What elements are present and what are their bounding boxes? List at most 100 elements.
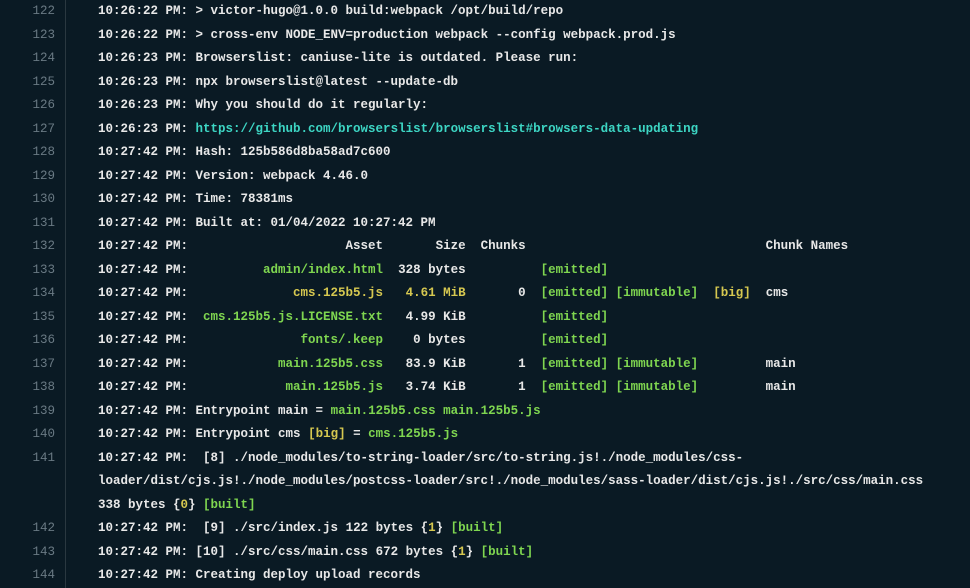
log-line: 10:27:42 PM: Creating deploy upload reco… xyxy=(98,564,970,588)
log-text: } xyxy=(188,498,203,512)
log-text: [big] xyxy=(308,427,346,441)
log-text xyxy=(188,357,278,371)
log-text: 125b586d8ba58ad7c600 xyxy=(241,145,391,159)
log-text: 672 bytes { xyxy=(368,545,458,559)
log-text xyxy=(526,239,766,253)
log-timestamp: 10:27:42 PM: xyxy=(98,286,188,300)
log-line: 10:26:23 PM: npx browserslist@latest --u… xyxy=(98,71,970,95)
line-number: 128 xyxy=(0,141,55,165)
log-timestamp: 10:26:22 PM: xyxy=(98,28,188,42)
log-text xyxy=(383,286,406,300)
log-line: 10:27:42 PM: [8] ./node_modules/to-strin… xyxy=(98,447,948,518)
log-text: Asset xyxy=(346,239,384,253)
log-text: [9] xyxy=(188,521,233,535)
log-text: main.125b5.css xyxy=(278,357,383,371)
line-number: 129 xyxy=(0,165,55,189)
line-number: 135 xyxy=(0,306,55,330)
log-text: > cross-env NODE_ENV=production webpack … xyxy=(188,28,676,42)
log-timestamp: 10:26:22 PM: xyxy=(98,4,188,18)
log-line: 10:27:42 PM: Built at: 01/04/2022 10:27:… xyxy=(98,212,970,236)
log-timestamp: 10:27:42 PM: xyxy=(98,380,188,394)
log-text: 3.74 KiB xyxy=(383,380,518,394)
log-line: 10:27:42 PM: fonts/.keep 0 bytes [emitte… xyxy=(98,329,970,353)
log-text: 83.9 KiB xyxy=(383,357,518,371)
log-line: 10:27:42 PM: Entrypoint main = main.125b… xyxy=(98,400,970,424)
log-text: } xyxy=(466,545,481,559)
log-line: 10:27:42 PM: [10] ./src/css/main.css 672… xyxy=(98,541,970,565)
log-text: = xyxy=(346,427,369,441)
log-timestamp: 10:27:42 PM: xyxy=(98,239,188,253)
log-text: ./src/index.js xyxy=(233,521,338,535)
log-text: [built] xyxy=(481,545,534,559)
log-text: [10] xyxy=(188,545,233,559)
line-number: 139 xyxy=(0,400,55,424)
log-text xyxy=(466,239,481,253)
log-text: npx browserslist@latest --update-db xyxy=(188,75,458,89)
log-text: = xyxy=(308,404,331,418)
log-text: Chunks xyxy=(481,239,526,253)
log-text xyxy=(526,380,541,394)
log-text: 122 bytes { xyxy=(338,521,428,535)
log-text: [8] xyxy=(188,451,233,465)
log-text: Built at: 01/04/2022 xyxy=(188,216,353,230)
log-timestamp: 10:27:42 PM: xyxy=(98,169,188,183)
log-line: 10:26:22 PM: > cross-env NODE_ENV=produc… xyxy=(98,24,970,48)
log-text: Browserslist: caniuse-lite is outdated. … xyxy=(188,51,578,65)
log-timestamp: 10:27:42 PM: xyxy=(98,404,188,418)
log-text: Version: webpack xyxy=(188,169,323,183)
log-text: [emitted] [immutable] xyxy=(541,380,699,394)
log-line: 10:27:42 PM: Version: webpack 4.46.0 xyxy=(98,165,970,189)
log-text: [emitted] xyxy=(541,310,609,324)
log-text xyxy=(188,263,263,277)
log-text: [built] xyxy=(203,498,256,512)
line-number: 123 xyxy=(0,24,55,48)
log-line: 10:27:42 PM: admin/index.html 328 bytes … xyxy=(98,259,970,283)
log-text xyxy=(188,380,286,394)
log-text: ms xyxy=(278,192,293,206)
log-timestamp: 10:27:42 PM: xyxy=(98,145,188,159)
line-number: 143 xyxy=(0,541,55,565)
log-text: [emitted] xyxy=(541,333,609,347)
log-text xyxy=(188,122,196,136)
log-text: cms.125b5.js xyxy=(368,427,458,441)
log-text: Creating deploy upload records xyxy=(188,568,421,582)
log-text: main.125b5.js xyxy=(443,404,541,418)
log-text: Chunk Names xyxy=(766,239,849,253)
line-gutter: 1221231241251261271281291301311321331341… xyxy=(0,0,65,588)
log-text: 0 xyxy=(518,286,526,300)
log-timestamp: 10:27:42 PM: xyxy=(98,263,188,277)
log-line: 10:27:42 PM: Entrypoint cms [big] = cms.… xyxy=(98,423,970,447)
log-timestamp: 10:27:42 PM: xyxy=(98,310,188,324)
log-text: 10:27:42 PM xyxy=(353,216,436,230)
log-text: 78381 xyxy=(241,192,279,206)
log-timestamp: 10:27:42 PM: xyxy=(98,216,188,230)
log-text xyxy=(301,427,309,441)
log-text: 4.99 KiB xyxy=(383,310,541,324)
log-text xyxy=(188,310,203,324)
log-line: 10:27:42 PM: cms.125b5.js 4.61 MiB 0 [em… xyxy=(98,282,970,306)
log-text: Why you should do it regularly: xyxy=(188,98,428,112)
log-text: 4.61 MiB xyxy=(406,286,466,300)
log-line: 10:26:23 PM: Why you should do it regula… xyxy=(98,94,970,118)
log-text: [emitted] xyxy=(541,263,609,277)
log-line: 10:27:42 PM: cms.125b5.js.LICENSE.txt 4.… xyxy=(98,306,970,330)
log-text xyxy=(526,286,541,300)
line-number: 122 xyxy=(0,0,55,24)
line-number: 131 xyxy=(0,212,55,236)
log-text: 1 xyxy=(518,357,526,371)
log-text: 4.46.0 xyxy=(323,169,368,183)
log-text: 1 xyxy=(518,380,526,394)
log-text: [built] xyxy=(451,521,504,535)
log-line: 10:27:42 PM: [9] ./src/index.js 122 byte… xyxy=(98,517,970,541)
line-number: 137 xyxy=(0,353,55,377)
line-number: 133 xyxy=(0,259,55,283)
log-text: [big] xyxy=(713,286,751,300)
log-timestamp: 10:27:42 PM: xyxy=(98,545,188,559)
log-line: 10:27:42 PM: Time: 78381ms xyxy=(98,188,970,212)
log-text: 0 bytes xyxy=(383,333,541,347)
log-text: [emitted] [immutable] xyxy=(541,357,699,371)
log-link[interactable]: https://github.com/browserslist/browsers… xyxy=(196,122,699,136)
log-text: Entrypoint xyxy=(188,404,278,418)
log-text: main xyxy=(278,404,308,418)
log-text: main xyxy=(698,357,796,371)
